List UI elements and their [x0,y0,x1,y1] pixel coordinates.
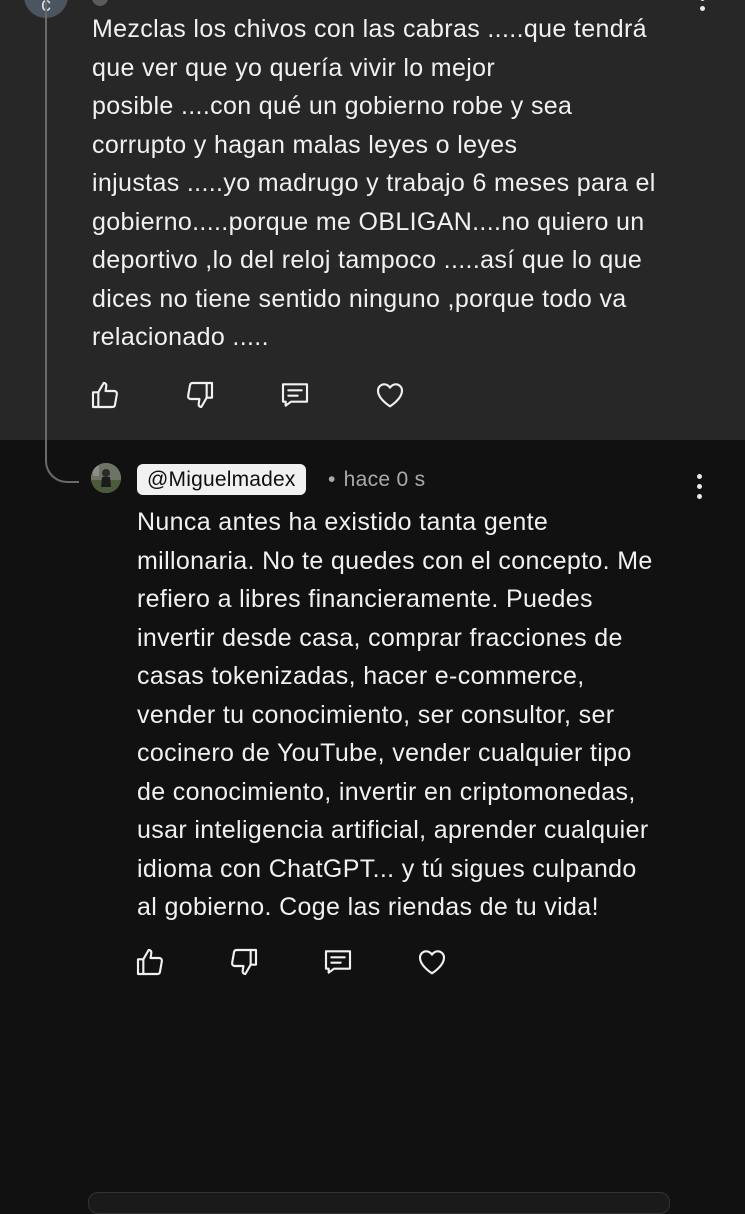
comment-text: Mezclas los chivos con las cabras .....q… [92,15,656,351]
like-button[interactable] [88,378,122,412]
more-options-icon[interactable] [689,474,709,504]
author-handle[interactable]: @Miguelmadex [137,464,306,495]
love-button[interactable] [373,378,407,412]
reply-input-bar[interactable] [88,1192,670,1214]
avatar-partial [92,0,108,6]
avatar-image [91,463,121,493]
separator-dot: • [328,468,336,491]
comment-meta: • hace 0 s [328,464,425,495]
heart-icon [376,383,404,408]
dislike-button[interactable] [183,378,217,412]
timestamp[interactable]: hace 0 s [344,468,426,491]
comment-actions [88,378,468,412]
thumbs-up-icon [136,948,163,976]
reply-button[interactable] [278,378,312,412]
thread-line [45,0,47,440]
comment-icon [281,383,309,407]
heart-icon [418,950,446,975]
reply-button[interactable] [321,945,355,979]
parent-comment: c Mezclas los chivos con las cabras ....… [0,0,745,440]
love-button[interactable] [415,945,449,979]
thread-connector [45,438,79,483]
comment-icon [324,950,352,974]
dislike-button[interactable] [227,945,261,979]
reply-text: Nunca antes ha existido tanta gente mill… [137,508,653,921]
thumbs-down-icon [231,948,258,976]
reply-actions [133,945,509,979]
thumbs-down-icon [187,381,214,409]
like-button[interactable] [133,945,167,979]
thumbs-up-icon [91,381,118,409]
avatar[interactable] [91,463,121,493]
